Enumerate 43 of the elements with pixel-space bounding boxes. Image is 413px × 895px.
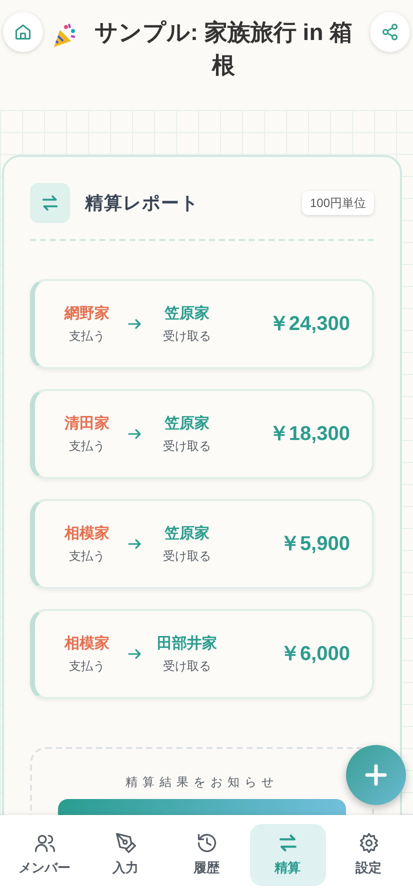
settings-icon <box>358 832 380 854</box>
role-label: 受け取る <box>163 328 211 346</box>
family-name: 網野家 <box>64 304 110 324</box>
arrow-icon <box>127 536 143 552</box>
amount: ￥5,900 <box>280 532 350 557</box>
role-label: 受け取る <box>163 438 211 456</box>
family-name: 笠原家 <box>164 304 210 324</box>
family-name: 笠原家 <box>164 414 210 434</box>
nav-tab[interactable]: 設定 <box>330 824 406 886</box>
notify-label: 精算結果をお知らせ <box>126 774 278 791</box>
amount: ￥18,300 <box>268 422 350 447</box>
family-name: 相模家 <box>64 634 110 654</box>
family-name: 清田家 <box>64 414 110 434</box>
nav-tab[interactable]: メンバー <box>6 824 82 886</box>
role-label: 支払う <box>69 328 105 346</box>
arrow-icon <box>127 316 143 332</box>
people-icon <box>34 832 56 854</box>
role-label: 支払う <box>69 658 105 676</box>
role-label: 支払う <box>69 438 105 456</box>
role-label: 受け取る <box>163 658 211 676</box>
report-title: 精算レポート <box>85 192 199 214</box>
role-label: 支払う <box>69 548 105 566</box>
family-name: 相模家 <box>64 524 110 544</box>
home-icon <box>14 23 32 41</box>
role-label: 受け取る <box>163 548 211 566</box>
amount: ￥24,300 <box>268 312 350 337</box>
home-button[interactable] <box>3 12 43 52</box>
arrow-icon <box>127 426 143 442</box>
plus-icon <box>365 764 387 786</box>
nav-tab[interactable]: 履歴 <box>168 824 244 886</box>
amount: ￥6,000 <box>280 642 350 667</box>
family-name: 笠原家 <box>164 524 210 544</box>
share-button[interactable] <box>370 12 410 52</box>
pen-nib-icon <box>114 832 136 854</box>
arrow-icon <box>127 646 143 662</box>
page-title: サンプル: 家族旅行 in 箱根 <box>93 18 354 80</box>
unit-badge: 100円単位 <box>302 191 374 215</box>
share-icon <box>381 23 399 41</box>
history-icon <box>196 832 218 854</box>
nav-tab[interactable]: 入力 <box>88 824 164 886</box>
transfer-icon <box>30 183 70 223</box>
family-name: 田部井家 <box>157 634 217 654</box>
transfer-icon <box>276 832 298 854</box>
